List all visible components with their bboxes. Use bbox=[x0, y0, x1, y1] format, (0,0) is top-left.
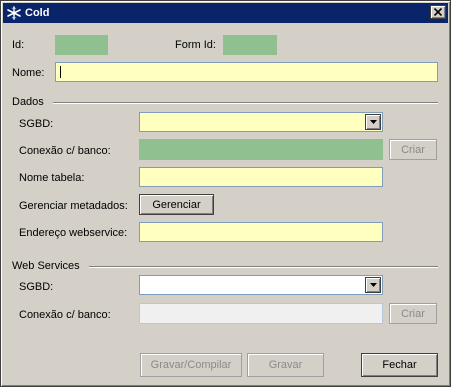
dados-group-divider bbox=[53, 102, 438, 104]
dados-conexao-field bbox=[139, 139, 383, 160]
ws-conexao-label: Conexão c/ banco: bbox=[19, 309, 111, 321]
cold-dialog: Cold Id: Form Id: Nome: Dados SGBD: Cone bbox=[0, 0, 451, 387]
fechar-button[interactable]: Fechar bbox=[361, 353, 438, 377]
ws-sgbd-select[interactable] bbox=[139, 275, 383, 295]
nome-tabela-input[interactable] bbox=[139, 167, 383, 187]
form-id-label: Form Id: bbox=[175, 39, 216, 51]
gravar-button[interactable]: Gravar bbox=[247, 353, 324, 377]
nome-tabela-label: Nome tabela: bbox=[19, 172, 85, 184]
dados-conexao-label: Conexão c/ banco: bbox=[19, 145, 111, 157]
dados-group-title: Dados bbox=[12, 96, 44, 108]
close-button[interactable] bbox=[430, 5, 446, 19]
dados-sgbd-select[interactable] bbox=[139, 112, 383, 132]
gerenciar-button[interactable]: Gerenciar bbox=[139, 194, 214, 215]
dropdown-button[interactable] bbox=[365, 114, 381, 130]
gravar-compilar-button[interactable]: Gravar/Compilar bbox=[140, 353, 242, 377]
id-label: Id: bbox=[12, 39, 25, 51]
endereco-webservice-input[interactable] bbox=[139, 222, 383, 242]
dados-criar-button[interactable]: Criar bbox=[389, 139, 437, 160]
chevron-down-icon bbox=[369, 120, 377, 124]
web-services-group-title: Web Services bbox=[12, 260, 80, 272]
window-title: Cold bbox=[25, 7, 50, 19]
web-services-group-divider bbox=[89, 266, 438, 268]
nome-label: Nome: bbox=[12, 67, 45, 79]
ws-sgbd-label: SGBD: bbox=[19, 281, 54, 293]
id-field bbox=[55, 35, 108, 55]
form-id-field bbox=[223, 35, 277, 55]
text-caret bbox=[60, 66, 61, 78]
dropdown-button[interactable] bbox=[365, 277, 381, 293]
title-bar: Cold bbox=[3, 3, 448, 23]
cold-app-icon bbox=[7, 6, 21, 20]
ws-criar-button[interactable]: Criar bbox=[389, 303, 437, 324]
gerenciar-metadados-label: Gerenciar metadados: bbox=[19, 200, 128, 212]
dados-sgbd-label: SGBD: bbox=[19, 118, 54, 130]
chevron-down-icon bbox=[369, 283, 377, 287]
close-icon bbox=[434, 8, 442, 16]
ws-conexao-field bbox=[139, 303, 383, 324]
nome-input[interactable] bbox=[55, 62, 438, 82]
endereco-webservice-label: Endereço webservice: bbox=[19, 227, 128, 239]
